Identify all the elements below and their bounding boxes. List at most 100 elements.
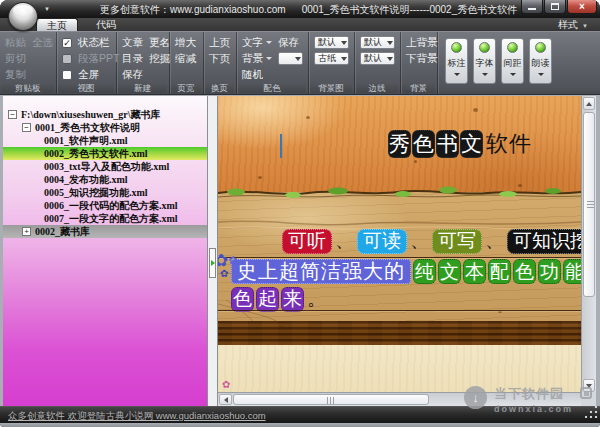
maximize-button[interactable] <box>544 0 566 14</box>
border-combo-2[interactable]: 默认 <box>360 52 395 65</box>
collapse-icon[interactable]: − <box>8 110 17 119</box>
copy-button[interactable]: 复制 <box>5 68 26 82</box>
expand-icon[interactable]: + <box>22 227 31 236</box>
spacing-icon <box>507 42 518 53</box>
rename-button[interactable]: 更名 <box>149 36 170 50</box>
char-box: 配 <box>488 259 511 284</box>
close-icon: × <box>579 2 585 12</box>
minimize-button[interactable] <box>521 0 543 14</box>
chevron-down-icon <box>454 73 460 76</box>
statusbar-toggle-label[interactable]: 状态栏 <box>78 36 110 50</box>
font-button[interactable]: 字体 <box>473 38 496 84</box>
paste-button[interactable]: 粘贴 <box>5 36 26 50</box>
increase-button[interactable]: 增大 <box>175 36 196 50</box>
text-line-1[interactable]: 可听 、 可读 、 可写 、 可知识挖 <box>282 228 581 254</box>
statusbar-checkbox[interactable]: ✓ <box>62 38 72 48</box>
paper-speckle <box>258 176 262 179</box>
highlight-green-chars: 纯文本配色功能 <box>413 259 581 284</box>
tree-item-selected[interactable]: 0002_秀色书文软件.xml <box>3 147 207 160</box>
close-button[interactable]: × <box>567 0 597 14</box>
tree-item[interactable]: 0003_txt导入及配色功能.xml <box>3 160 207 173</box>
toc-button[interactable]: 目录 <box>122 52 143 66</box>
group-label-border: 边线 <box>356 83 398 93</box>
ribbon-tab-row: 主页 代码 样式▼ <box>0 18 600 31</box>
tree-node-0001[interactable]: −0001_秀色书文软件说明 <box>3 121 207 134</box>
bg-image-combo-1[interactable]: 默认 <box>314 36 349 49</box>
paragraph-ppt-checkbox[interactable] <box>62 54 72 64</box>
tree-item[interactable]: 0006_一段代码的配色方案.xml <box>3 199 207 212</box>
vertical-scrollbar[interactable] <box>581 96 596 406</box>
tree-item[interactable]: 0004_发布功能.xml <box>3 173 207 186</box>
title-plain: 软件 <box>486 129 532 159</box>
char-box: 色 <box>231 287 254 312</box>
text-line-3[interactable]: 色起来 。 <box>231 286 329 312</box>
panel-splitter[interactable] <box>207 96 218 406</box>
tab-code[interactable]: 代码 <box>86 18 126 31</box>
annotate-button[interactable]: 标注 <box>445 38 468 84</box>
chevron-down-icon <box>482 73 488 76</box>
app-menu-orb[interactable] <box>8 2 38 31</box>
scroll-up-button[interactable] <box>583 97 595 110</box>
orb-highlight <box>13 5 33 16</box>
arrow-up-icon <box>586 102 592 106</box>
tree-node-0002[interactable]: +0002_藏书库 <box>3 225 207 238</box>
tree-root[interactable]: −F:\down\xiuseshuwen_gr\藏书库 <box>3 108 207 121</box>
bottom-background-button[interactable]: 下背景 <box>406 52 438 66</box>
highlight-black: 可知识挖 <box>507 229 581 254</box>
tree-item[interactable]: 0005_知识挖掘功能.xml <box>3 186 207 199</box>
read-aloud-button[interactable]: 朗读 <box>529 38 552 84</box>
mine-button[interactable]: 挖掘 <box>149 52 170 66</box>
article-button[interactable]: 文章 <box>122 36 143 50</box>
collapse-icon[interactable]: − <box>22 123 31 132</box>
download-icon: ↓ <box>464 386 487 409</box>
tab-home[interactable]: 主页 <box>36 18 78 31</box>
prev-page-button[interactable]: 上页 <box>209 36 230 50</box>
decrease-button[interactable]: 缩减 <box>175 52 196 66</box>
background-color-combo[interactable] <box>278 52 303 65</box>
border-combo-1[interactable]: 默认 <box>360 36 395 49</box>
text-color-dropdown-icon[interactable] <box>266 41 272 44</box>
group-label-clipboard: 剪贴板 <box>1 83 54 93</box>
tree-item[interactable]: 0007_一段文字的配色方案.xml <box>3 212 207 225</box>
save-button[interactable]: 保存 <box>122 68 143 82</box>
save-color-button[interactable]: 保存 <box>278 36 299 50</box>
background-color-dropdown-icon[interactable] <box>266 57 272 60</box>
scroll-left-button[interactable] <box>219 394 232 405</box>
paper-speckle <box>306 116 310 119</box>
fullscreen-label[interactable]: 全屏 <box>78 68 99 82</box>
text-caret <box>280 134 282 158</box>
fullscreen-checkbox[interactable] <box>62 70 72 80</box>
text-color-button[interactable]: 文字 <box>242 36 263 50</box>
cut-button[interactable]: 剪切 <box>5 52 26 66</box>
ribbon-group-coloring: 文字保存 背景 随机 配色 <box>237 32 309 94</box>
document-canvas[interactable]: 秀色书文 软件 可听 、 可读 、 可写 、 可知识挖 史上超简洁强大的 纯文本… <box>218 96 581 406</box>
read-aloud-icon <box>535 42 546 53</box>
group-label-page-width: 页宽 <box>171 83 201 93</box>
char-box: 能 <box>563 259 581 284</box>
combo-arrow-icon <box>341 57 347 61</box>
char-box: 本 <box>463 259 486 284</box>
select-all-button[interactable]: 全选 <box>32 36 53 50</box>
spacing-button[interactable]: 间距 <box>501 38 524 84</box>
style-menu-button[interactable]: 样式▼ <box>558 18 588 31</box>
text-line-2[interactable]: 史上超简洁强大的 纯文本配色功能 <box>231 259 581 284</box>
background-color-button[interactable]: 背景 <box>242 52 263 66</box>
status-link[interactable]: 众多创意软件 欢迎登陆古典小说网 www.gudianxiaoshuo.com <box>8 410 266 423</box>
window-title-site: 更多创意软件：www.gudianxiaoshuo.com <box>100 3 286 17</box>
title-bar[interactable]: ▼ 更多创意软件：www.gudianxiaoshuo.com 0001_秀色书… <box>0 0 600 18</box>
tree-item[interactable]: 0001_软件声明.xml <box>3 134 207 147</box>
document-title[interactable]: 秀色书文 软件 <box>388 129 532 159</box>
vertical-scroll-thumb[interactable] <box>583 112 595 297</box>
paper-speckle <box>414 160 417 163</box>
horizontal-scroll-thumb[interactable] <box>233 394 429 405</box>
paper-speckle <box>473 108 478 112</box>
random-color-button[interactable]: 随机 <box>242 68 263 82</box>
quick-access-dropdown-icon[interactable]: ▼ <box>44 6 50 12</box>
splitter-handle[interactable] <box>209 248 216 278</box>
top-background-button[interactable]: 上背景 <box>406 36 438 50</box>
ribbon: 粘贴全选 剪切 复制 剪贴板 ✓状态栏 段落PPT 全屏 视图 文章更名 目录挖… <box>0 31 600 94</box>
combo-arrow-icon <box>341 41 347 45</box>
bg-image-combo-2[interactable]: 古纸 <box>314 52 349 65</box>
paragraph-ppt-label[interactable]: 段落PPT <box>78 52 119 66</box>
next-page-button[interactable]: 下页 <box>209 52 230 66</box>
